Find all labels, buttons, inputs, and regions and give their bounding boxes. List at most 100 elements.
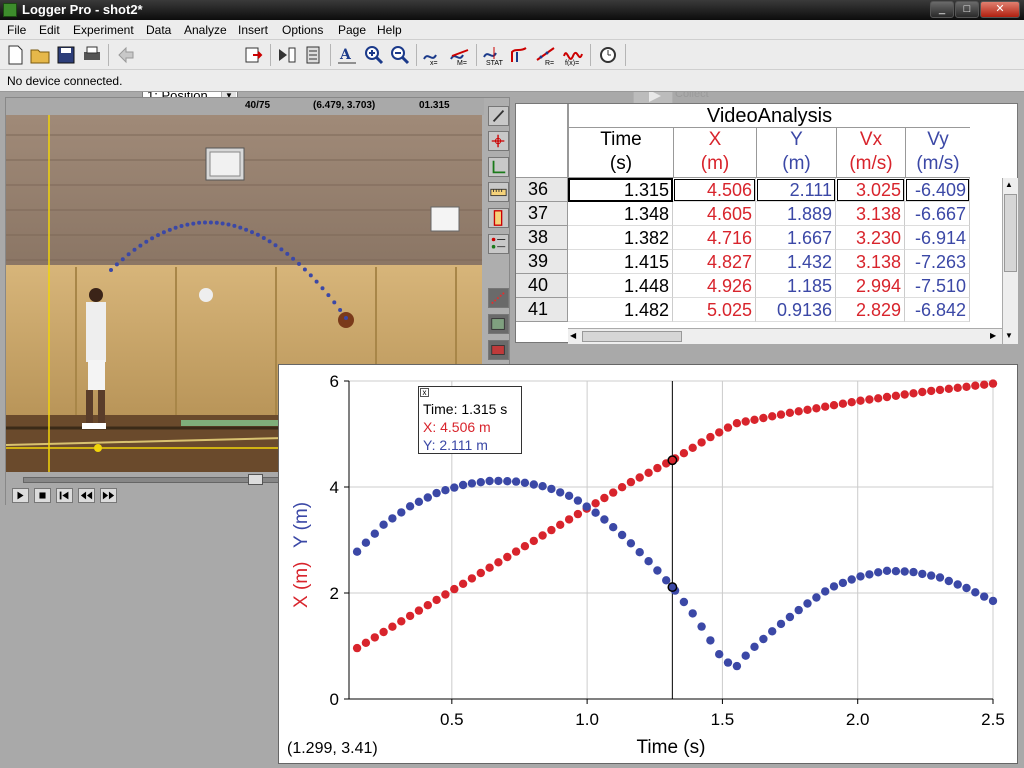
menu-help[interactable]: Help (377, 23, 402, 37)
set-origin-icon[interactable] (488, 157, 509, 177)
scrubber-thumb[interactable] (248, 474, 263, 485)
select-tool-icon[interactable] (488, 106, 509, 126)
table-cell[interactable]: 3.230 (836, 226, 905, 250)
back-arrow-icon[interactable] (115, 44, 137, 66)
print-icon[interactable] (81, 44, 103, 66)
table-cell[interactable]: 1.185 (756, 274, 836, 298)
point-series-icon[interactable] (488, 288, 509, 308)
autoscale-icon[interactable]: A (336, 44, 358, 66)
table-cell[interactable]: -6.667 (905, 202, 970, 226)
curve-fit-icon[interactable]: f(x)= (562, 44, 584, 67)
table-cell[interactable]: 1.432 (756, 250, 836, 274)
table-horizontal-scrollbar[interactable]: ◀ ▶ (568, 328, 1002, 344)
column-header[interactable]: Y (m) (756, 128, 836, 178)
menu-options[interactable]: Options (282, 23, 323, 37)
photo-distance-icon[interactable] (488, 208, 509, 228)
graph-panel[interactable]: 0.5 1.0 1.5 2.0 2.5 0 2 4 6 Time (s) X (m) Y (m) x … (278, 364, 1018, 764)
table-cell[interactable]: 3.138 (836, 202, 905, 226)
save-icon[interactable] (55, 44, 77, 66)
table-cell[interactable]: 3.025 (836, 178, 905, 202)
minimize-button[interactable]: _ (930, 1, 954, 18)
horizontal-scroll-thumb[interactable] (582, 331, 682, 342)
scroll-left-icon[interactable]: ◀ (570, 331, 576, 340)
stopwatch-icon[interactable] (597, 44, 619, 66)
table-cell[interactable]: 1.415 (568, 250, 673, 274)
step-back-icon[interactable] (78, 488, 95, 503)
chart[interactable]: 0.5 1.0 1.5 2.0 2.5 0 2 4 6 Time (s) X (m) Y (m) (279, 365, 1019, 765)
menu-page[interactable]: Page (338, 23, 366, 37)
menu-insert[interactable]: Insert (238, 23, 268, 37)
menu-experiment[interactable]: Experiment (73, 23, 134, 37)
menu-analyze[interactable]: Analyze (184, 23, 227, 37)
row-number[interactable]: 37 (516, 202, 568, 226)
zoom-in-icon[interactable] (363, 44, 385, 66)
table-cell[interactable]: 4.506 (673, 178, 756, 202)
next-page-icon[interactable] (276, 44, 298, 66)
table-cell[interactable]: 4.716 (673, 226, 756, 250)
play-icon[interactable] (12, 488, 29, 503)
scroll-up-icon[interactable]: ▲ (1005, 180, 1013, 189)
x-data-point (600, 493, 609, 503)
x-data-point (379, 627, 388, 637)
table-cell[interactable]: -7.263 (905, 250, 970, 274)
step-forward-icon[interactable] (100, 488, 117, 503)
table-cell[interactable]: 1.448 (568, 274, 673, 298)
table-cell[interactable]: 1.889 (756, 202, 836, 226)
table-cell[interactable]: -6.914 (905, 226, 970, 250)
row-number[interactable]: 40 (516, 274, 568, 298)
column-header[interactable]: Vy (m/s) (905, 128, 970, 178)
row-number[interactable]: 36 (516, 178, 568, 202)
table-cell[interactable]: -6.842 (905, 298, 970, 322)
row-number[interactable]: 39 (516, 250, 568, 274)
integral-icon[interactable] (509, 44, 531, 66)
add-point-icon[interactable] (488, 131, 509, 151)
menu-data[interactable]: Data (146, 23, 171, 37)
sync-icon[interactable] (488, 314, 509, 334)
menu-file[interactable]: File (7, 23, 26, 37)
table-cell[interactable]: 2.829 (836, 298, 905, 322)
go-to-start-icon[interactable] (56, 488, 73, 503)
replace-icon[interactable] (488, 340, 509, 360)
y-data-point (397, 508, 406, 517)
table-cell[interactable]: -6.409 (905, 178, 970, 202)
close-button[interactable]: ✕ (980, 1, 1020, 18)
column-header[interactable]: Time (s) (568, 128, 673, 178)
table-cell[interactable]: -7.510 (905, 274, 970, 298)
table-cell[interactable]: 1.382 (568, 226, 673, 250)
table-cell[interactable]: 1.315 (568, 178, 673, 202)
table-cell[interactable]: 2.994 (836, 274, 905, 298)
table-cell[interactable]: 1.348 (568, 202, 673, 226)
table-vertical-scrollbar[interactable]: ▲ ▼ (1002, 178, 1018, 344)
table-cell[interactable]: 2.111 (756, 178, 836, 202)
new-file-icon[interactable] (4, 44, 26, 66)
zoom-out-icon[interactable] (389, 44, 411, 66)
export-icon[interactable] (243, 44, 265, 66)
examine-icon[interactable]: x= (422, 44, 444, 67)
linear-fit-icon[interactable]: R= (535, 44, 557, 67)
set-scale-icon[interactable] (488, 182, 509, 202)
table-cell[interactable]: 3.138 (836, 250, 905, 274)
row-number[interactable]: 41 (516, 298, 568, 322)
scroll-right-icon[interactable]: ▶ (990, 331, 996, 340)
scroll-thumb[interactable] (1004, 194, 1017, 272)
table-cell[interactable]: 4.605 (673, 202, 756, 226)
column-header[interactable]: Vx (m/s) (836, 128, 905, 178)
table-cell[interactable]: 4.926 (673, 274, 756, 298)
statistics-icon[interactable]: STAT (482, 44, 504, 67)
close-icon[interactable]: x (420, 388, 429, 397)
open-folder-icon[interactable] (29, 44, 51, 66)
tangent-icon[interactable]: M= (449, 44, 471, 67)
row-number[interactable]: 38 (516, 226, 568, 250)
stop-icon[interactable] (34, 488, 51, 503)
data-set-icon[interactable] (302, 44, 324, 66)
table-cell[interactable]: 5.025 (673, 298, 756, 322)
menu-edit[interactable]: Edit (39, 23, 60, 37)
column-header[interactable]: X (m) (673, 128, 756, 178)
scroll-down-icon[interactable]: ▼ (1005, 331, 1013, 340)
table-cell[interactable]: 1.667 (756, 226, 836, 250)
show-trail-icon[interactable] (488, 234, 509, 254)
table-cell[interactable]: 0.9136 (756, 298, 836, 322)
maximize-button[interactable]: □ (955, 1, 979, 18)
table-cell[interactable]: 4.827 (673, 250, 756, 274)
table-cell[interactable]: 1.482 (568, 298, 673, 322)
